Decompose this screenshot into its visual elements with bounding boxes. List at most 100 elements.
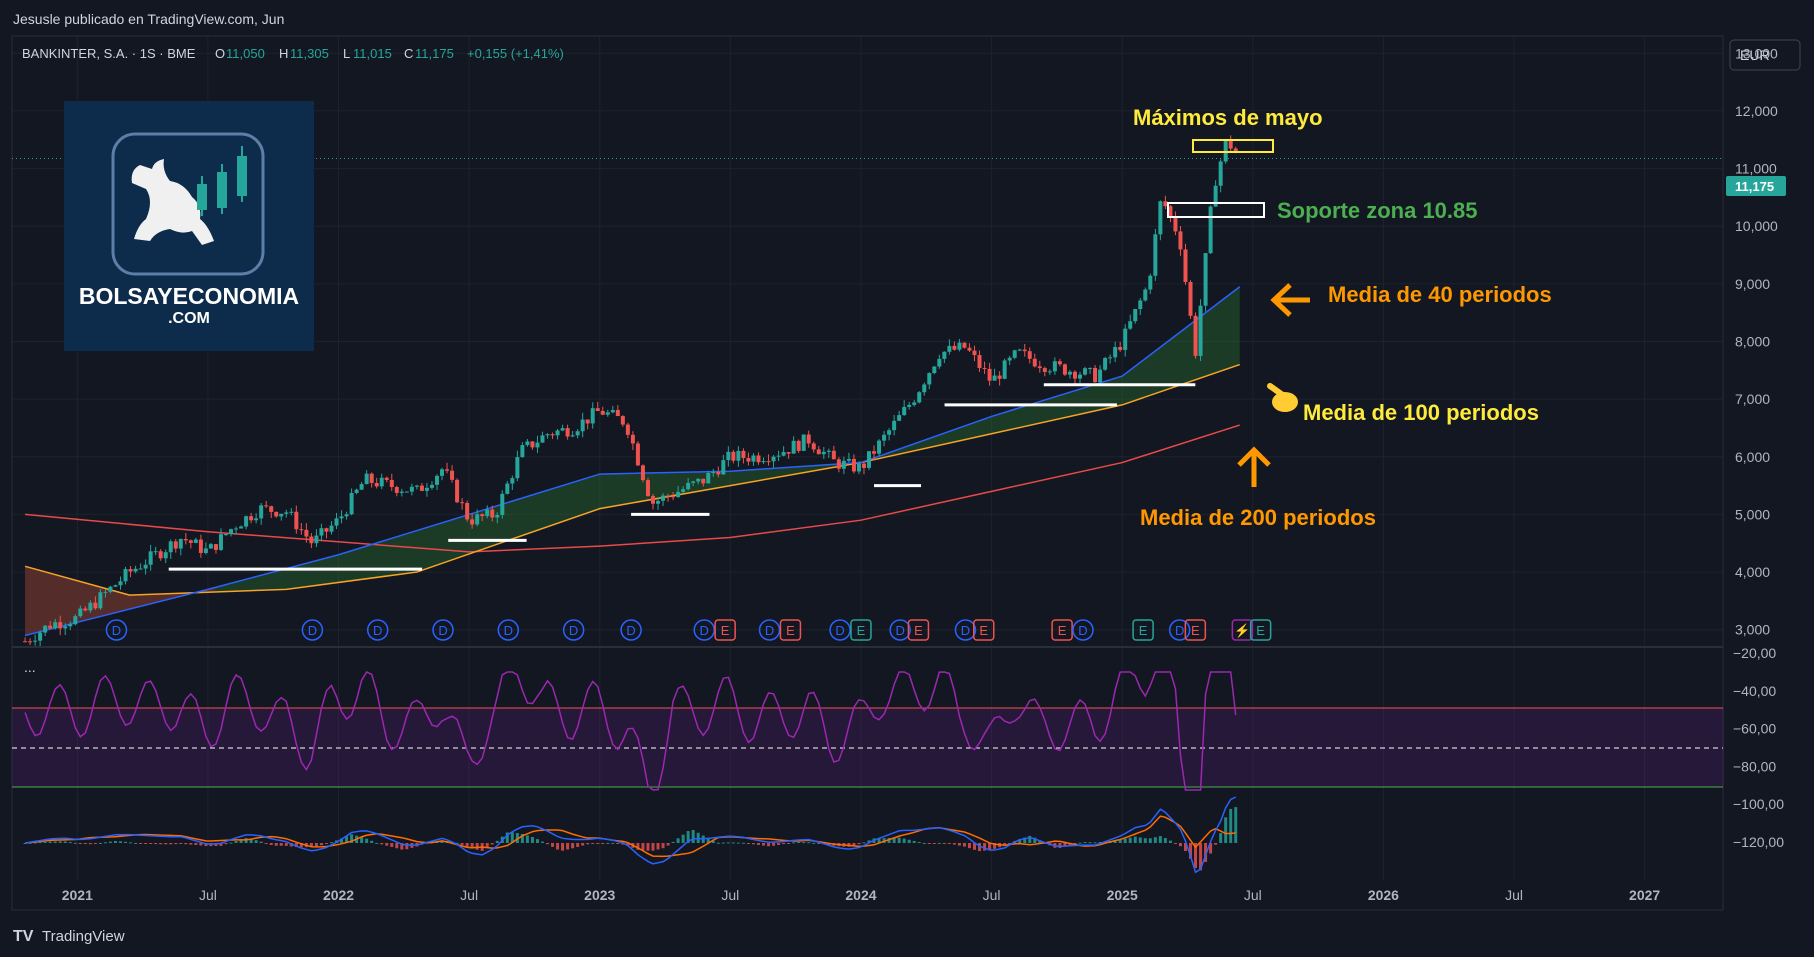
- tradingview-icon: TV: [13, 928, 34, 945]
- macd-histogram-bar: [540, 841, 544, 843]
- event-marker-label: D: [504, 623, 513, 638]
- macd-histogram-bar: [566, 843, 570, 850]
- candle-body: [550, 434, 555, 436]
- low-label: L: [343, 46, 350, 61]
- oscillator-tick: −40,00: [1733, 683, 1776, 699]
- macd-histogram-bar: [189, 843, 193, 845]
- candle-body: [535, 442, 540, 448]
- candle-body: [153, 551, 158, 553]
- price-tick: 7,000: [1735, 391, 1770, 407]
- candle-body: [329, 525, 334, 532]
- open-value: 11,050: [226, 46, 265, 61]
- macd-histogram-bar: [807, 842, 811, 844]
- candle-body: [907, 404, 912, 407]
- event-marker-label: D: [569, 623, 578, 638]
- macd-histogram-bar: [475, 843, 479, 850]
- logo-text-main: BOLSAYECONOMIA: [79, 283, 299, 309]
- candle-body: [897, 415, 902, 421]
- price-tick: 11,000: [1735, 161, 1777, 177]
- macd-histogram-bar: [149, 843, 153, 845]
- candle-body: [917, 392, 922, 403]
- logo-text-sub: .COM: [168, 310, 210, 327]
- candle-body: [821, 451, 826, 455]
- macd-histogram-bar: [134, 842, 138, 844]
- candle-body: [856, 463, 861, 472]
- macd-histogram-bar: [792, 842, 796, 844]
- macd-histogram-bar: [586, 843, 590, 845]
- macd-histogram-bar: [124, 841, 128, 843]
- candle-body: [580, 419, 585, 432]
- macd-histogram-bar: [525, 835, 529, 843]
- candle-body: [249, 516, 254, 521]
- candle-body: [43, 625, 48, 633]
- candle-body: [791, 440, 796, 454]
- candle-body: [1128, 321, 1133, 329]
- macd-histogram-bar: [1153, 837, 1157, 843]
- annotation-media200: Media de 200 periodos: [1140, 505, 1376, 530]
- candle-body: [1072, 371, 1077, 379]
- macd-histogram-bar: [1148, 838, 1152, 843]
- macd-histogram-bar: [1158, 836, 1162, 843]
- macd-histogram-bar: [601, 843, 605, 844]
- candle-body: [269, 506, 274, 512]
- candle-body: [409, 486, 414, 492]
- macd-histogram-bar: [159, 843, 163, 845]
- time-tick: Jul: [1244, 887, 1262, 903]
- candle-body: [1143, 289, 1148, 301]
- candle-body: [299, 529, 304, 531]
- event-marker-label: D: [961, 623, 970, 638]
- candle-body: [1002, 360, 1007, 379]
- candle-body: [143, 564, 148, 569]
- candle-body: [1193, 315, 1198, 356]
- macd-histogram-bar: [1214, 843, 1218, 845]
- macd-histogram-bar: [269, 843, 273, 845]
- publish-caption: Jesusle publicado en TradingView.com, Ju…: [13, 11, 284, 27]
- event-marker-label: ⚡: [1234, 623, 1250, 639]
- candle-body: [801, 434, 806, 451]
- candle-body: [113, 585, 118, 587]
- candle-body: [525, 441, 530, 446]
- tradingview-footer[interactable]: TV TradingView: [13, 928, 125, 945]
- macd-histogram-bar: [154, 843, 158, 845]
- candle-body: [962, 342, 967, 348]
- indicator-menu[interactable]: ...: [24, 659, 36, 675]
- time-tick: Jul: [983, 887, 1001, 903]
- macd-histogram-bar: [375, 842, 379, 844]
- candle-body: [977, 355, 982, 368]
- macd-histogram-bar: [651, 843, 655, 851]
- macd-histogram-bar: [279, 843, 283, 846]
- price-axis[interactable]: 13,000 12,000 11,000 10,000 9,000 8,000 7,000 6…: [1735, 45, 1778, 637]
- low-value: 11,015: [353, 46, 392, 61]
- candle-body: [173, 541, 178, 549]
- price-tick: 3,000: [1735, 622, 1770, 638]
- candle-body: [701, 478, 706, 484]
- macd-histogram-bar: [1219, 833, 1223, 843]
- candle-body: [1067, 371, 1072, 375]
- candle-body: [1203, 253, 1208, 306]
- macd-histogram-bar: [581, 843, 585, 846]
- candle-body: [239, 526, 244, 529]
- oscillator-axis[interactable]: −20,00 −40,00 −60,00 −80,00 −100,00 −120,00: [1733, 645, 1784, 850]
- candle-body: [1198, 305, 1203, 356]
- macd-histogram-bar: [194, 843, 198, 845]
- candle-body: [384, 477, 389, 480]
- macd-histogram-bar: [490, 843, 494, 845]
- candle-body: [213, 544, 218, 550]
- candle-body: [475, 514, 480, 525]
- candle-body: [218, 534, 223, 550]
- macd-histogram-bar: [1178, 843, 1182, 847]
- candle-body: [1012, 350, 1017, 358]
- candle-body: [585, 419, 590, 424]
- event-marker-label: D: [835, 623, 844, 638]
- macd-histogram-bar: [676, 838, 680, 843]
- candle-body: [193, 539, 198, 543]
- macd-histogram-bar: [902, 838, 906, 843]
- event-marker-label: E: [1256, 623, 1265, 638]
- candle-body: [1103, 358, 1108, 370]
- annotation-media40: Media de 40 periodos: [1328, 282, 1552, 307]
- candle-body: [987, 368, 992, 381]
- candle-body: [676, 491, 681, 498]
- event-marker-label: D: [895, 623, 904, 638]
- oscillator-tick: −80,00: [1733, 758, 1776, 774]
- price-tick: 8,000: [1735, 334, 1770, 350]
